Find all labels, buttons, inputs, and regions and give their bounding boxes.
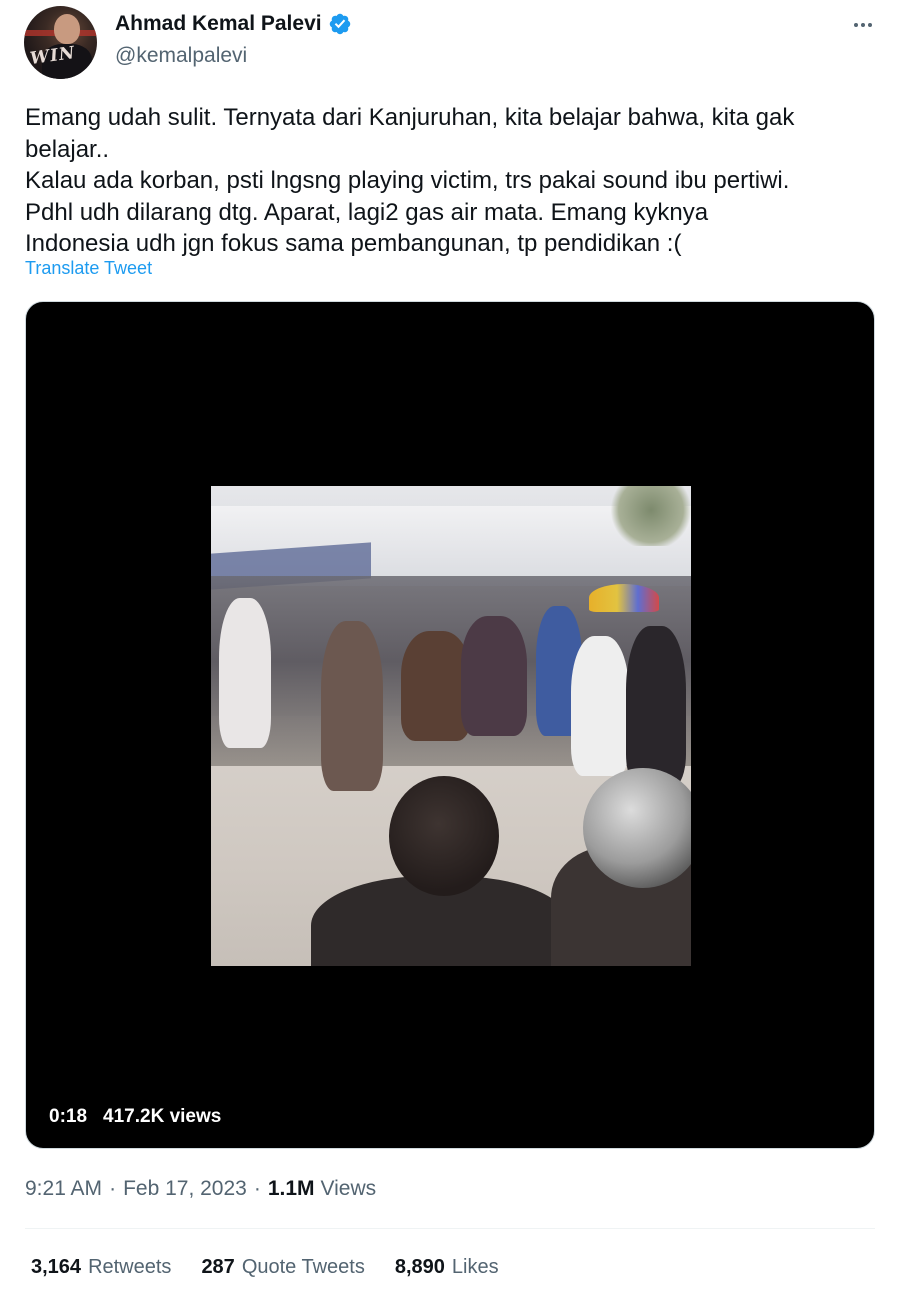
likes-stat[interactable]: 8,890 Likes [395,1256,499,1279]
video-thumbnail[interactable] [211,486,691,966]
retweets-count: 3,164 [31,1256,82,1278]
tweet-text: Emang udah sulit. Ternyata dari Kanjuruh… [25,102,875,260]
more-options-button[interactable] [850,12,876,38]
video-scene-helmet [583,768,691,888]
avatar[interactable]: WIN [24,6,97,79]
views-count: 1.1M [267,1177,315,1200]
views-label: Views [320,1177,377,1200]
translate-tweet-link[interactable]: Translate Tweet [25,258,152,279]
tweet-detail: WIN Ahmad Kemal Palevi @kemalpalevi Eman… [0,0,900,1298]
video-scene-umbrella [589,584,659,612]
video-meta: 0:18 417.2K views [49,1106,221,1128]
tweet-text-line: Kalau ada korban, psti lngsng playing vi… [25,167,790,194]
verified-badge-icon [328,12,352,36]
author-display-name[interactable]: Ahmad Kemal Palevi [115,12,322,36]
video-scene-tree [611,486,691,546]
tweet-text-line: Indonesia udh jgn fokus sama pembangunan… [25,230,682,257]
video-player[interactable]: 0:18 417.2K views [25,301,875,1149]
quote-tweets-stat[interactable]: 287 Quote Tweets [201,1256,364,1279]
tweet-text-line: Pdhl udh dilarang dtg. Aparat, lagi2 gas… [25,198,709,226]
quote-tweets-label: Quote Tweets [241,1256,365,1278]
video-scene-person [626,626,686,786]
meta-separator: · [109,1177,117,1200]
video-scene-person [219,598,271,748]
video-duration: 0:18 [49,1106,88,1127]
author-handle[interactable]: @kemalpalevi [115,44,247,68]
video-scene-foreground-head [389,776,499,896]
likes-label: Likes [451,1256,499,1278]
more-horizontal-icon [854,23,872,27]
tweet-text-line: belajar.. [25,135,110,163]
retweets-label: Retweets [88,1256,172,1278]
author-name-row[interactable]: Ahmad Kemal Palevi [115,12,352,36]
meta-separator: · [253,1177,261,1200]
video-scene-person [321,621,383,791]
avatar-face [54,14,80,44]
tweet-text-line: Emang udah sulit. Ternyata dari Kanjuruh… [25,104,795,131]
quote-tweets-count: 287 [201,1256,235,1278]
video-views: 417.2K views [103,1106,222,1127]
retweets-stat[interactable]: 3,164 Retweets [31,1256,171,1279]
engagement-stats: 3,164 Retweets 287 Quote Tweets 8,890 Li… [31,1256,499,1279]
likes-count: 8,890 [394,1256,445,1278]
divider [25,1228,875,1229]
video-scene-person [571,636,629,776]
tweet-meta: 9:21 AM · Feb 17, 2023 · 1.1M Views [25,1177,376,1201]
tweet-time[interactable]: 9:21 AM [25,1177,102,1201]
video-scene-person [461,616,527,736]
tweet-date[interactable]: Feb 17, 2023 [123,1177,247,1201]
